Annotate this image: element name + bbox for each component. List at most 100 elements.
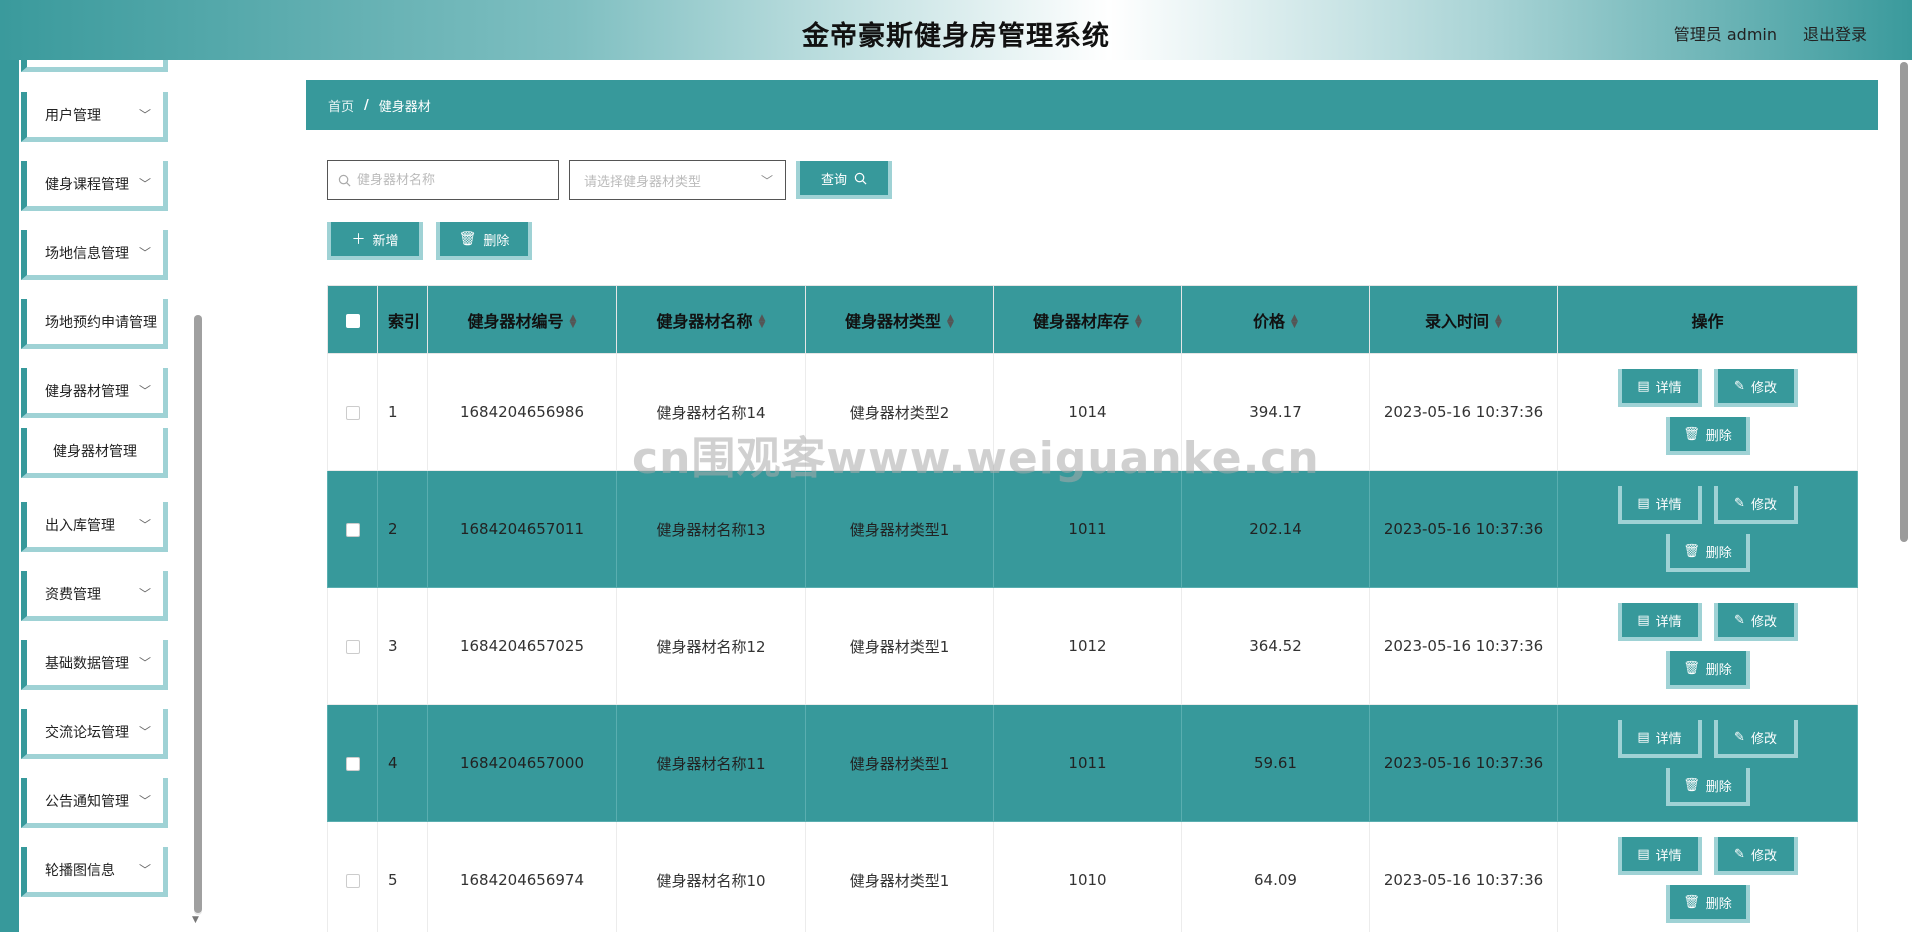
cell-time: 2023-05-16 10:37:36 [1369,821,1558,932]
sort-icon[interactable]: ▲ ▼ [1495,314,1502,330]
scroll-down-arrow-icon[interactable]: ▼ [192,915,199,925]
row-checkbox[interactable] [345,639,360,654]
sidebar-item-equipment[interactable]: 健身器材管理 ﹀ [21,368,168,418]
sidebar-item-forum[interactable]: 交流论坛管理 ﹀ [21,709,168,759]
edit-button[interactable]: ✎ 修改 [1713,603,1798,641]
column-header-price[interactable]: 价格 ▲ ▼ [1181,285,1370,354]
query-button-label: 查询 [820,172,847,188]
sort-icon[interactable]: ▲ ▼ [947,314,954,330]
column-header-time[interactable]: 录入时间 ▲ ▼ [1369,285,1558,354]
detail-button[interactable]: ▤ 详情 [1617,486,1702,524]
sort-icon[interactable]: ▲ ▼ [759,314,766,330]
row-select-cell[interactable] [327,821,378,932]
add-button[interactable]: ＋ 新增 [327,222,423,260]
sort-icon[interactable]: ▲ ▼ [570,314,577,330]
breadcrumb-home[interactable]: 首页 [328,96,354,115]
sidebar-item-user[interactable]: 用户管理 ﹀ [21,92,168,142]
row-checkbox[interactable] [345,873,360,888]
cell-price: 394.17 [1181,353,1370,471]
query-button[interactable]: 查询 [796,161,892,199]
sidebar-item-partial[interactable] [21,60,168,72]
equipment-table: 索引 健身器材编号 ▲ ▼ 健身器材名称 ▲ ▼ 健身器材类型 ▲ ▼ 健身器材库存 ▲ ▼ 价… [327,285,1858,932]
cell-price: 364.52 [1181,587,1370,705]
column-header-index: 索引 [377,285,428,354]
detail-button-label: 详情 [1655,497,1682,513]
sidebar-item-label: 公告通知管理 [45,793,129,810]
document-icon: ▤ [1637,612,1650,628]
edit-button[interactable]: ✎ 修改 [1713,720,1798,758]
select-all-checkbox[interactable] [345,313,360,328]
delete-button-label: 删除 [1705,779,1732,795]
sidebar-item-notice[interactable]: 公告通知管理 ﹀ [21,778,168,828]
cell-name: 健身器材名称13 [616,470,806,588]
sidebar-item-carousel[interactable]: 轮播图信息 ﹀ [21,847,168,897]
sidebar-item-course[interactable]: 健身课程管理 ﹀ [21,161,168,211]
sidebar-item-basic-data[interactable]: 基础数据管理 ﹀ [21,640,168,690]
equipment-type-select[interactable]: 请选择健身器材类型 ﹀ [569,160,786,200]
detail-button[interactable]: ▤ 详情 [1617,369,1702,407]
column-header-type[interactable]: 健身器材类型 ▲ ▼ [805,285,994,354]
delete-button[interactable]: 🗑 删除 [1665,534,1750,572]
row-checkbox[interactable] [345,756,360,771]
row-select-cell[interactable] [327,470,378,588]
delete-button[interactable]: 🗑 删除 [1665,651,1750,689]
chevron-down-icon: ﹀ [138,518,151,532]
edit-button[interactable]: ✎ 修改 [1713,837,1798,875]
search-icon [338,174,351,186]
cell-type: 健身器材类型1 [805,821,994,932]
detail-button[interactable]: ▤ 详情 [1617,720,1702,758]
search-icon [854,172,867,184]
chevron-down-icon: ﹀ [138,177,151,191]
sidebar-subitem-equipment-manage[interactable]: 健身器材管理 [21,428,168,478]
cell-index: 1 [377,353,428,471]
page-scrollbar-thumb[interactable] [1900,62,1908,542]
document-icon: ▤ [1637,378,1650,394]
cell-price: 59.61 [1181,704,1370,822]
delete-button[interactable]: 🗑 删除 [1665,417,1750,455]
cell-ops: ▤ 详情 ✎ 修改 🗑 删除 [1557,587,1858,705]
sort-icon[interactable]: ▲ ▼ [1135,314,1142,330]
row-select-cell[interactable] [327,353,378,471]
edit-button[interactable]: ✎ 修改 [1713,369,1798,407]
sidebar-scrollbar-thumb[interactable] [194,315,202,913]
sidebar-item-venue[interactable]: 场地信息管理 ﹀ [21,230,168,280]
equipment-name-search[interactable] [327,160,559,200]
detail-button[interactable]: ▤ 详情 [1617,603,1702,641]
sort-icon[interactable]: ▲ ▼ [1291,314,1298,330]
sidebar-item-stock-inout[interactable]: 出入库管理 ﹀ [21,502,168,552]
delete-button[interactable]: 🗑 删除 [1665,768,1750,806]
row-checkbox[interactable] [345,405,360,420]
add-button-label: 新增 [372,233,399,249]
row-select-cell[interactable] [327,704,378,822]
pencil-icon: ✎ [1734,846,1745,862]
edit-button[interactable]: ✎ 修改 [1713,486,1798,524]
sidebar-item-label: 健身器材管理 [53,443,137,460]
select-placeholder: 请选择健身器材类型 [584,174,702,190]
cell-price: 202.14 [1181,470,1370,588]
cell-code: 1684204657025 [427,587,617,705]
sidebar-item-venue-booking[interactable]: 场地预约申请管理 [21,299,168,349]
cell-stock: 1012 [993,587,1182,705]
search-input[interactable] [357,172,547,188]
chevron-down-icon: ﹀ [138,108,151,122]
detail-button[interactable]: ▤ 详情 [1617,837,1702,875]
select-all-cell[interactable] [327,285,378,354]
detail-button-label: 详情 [1655,614,1682,630]
batch-delete-button[interactable]: 🗑 删除 [436,222,532,260]
row-checkbox[interactable] [345,522,360,537]
sidebar-item-label: 基础数据管理 [45,655,129,672]
column-header-stock[interactable]: 健身器材库存 ▲ ▼ [993,285,1182,354]
cell-name: 健身器材名称14 [616,353,806,471]
delete-button-label: 删除 [1705,545,1732,561]
sidebar-item-label: 用户管理 [45,107,101,124]
cell-stock: 1014 [993,353,1182,471]
column-header-label: 健身器材库存 [1033,311,1130,331]
sidebar-item-fees[interactable]: 资费管理 ﹀ [21,571,168,621]
logout-link[interactable]: 退出登录 [1803,21,1867,45]
column-header-name[interactable]: 健身器材名称 ▲ ▼ [616,285,806,354]
edit-button-label: 修改 [1750,731,1777,747]
delete-button[interactable]: 🗑 删除 [1665,885,1750,923]
column-header-code[interactable]: 健身器材编号 ▲ ▼ [427,285,617,354]
column-header-label: 健身器材名称 [656,311,753,331]
row-select-cell[interactable] [327,587,378,705]
